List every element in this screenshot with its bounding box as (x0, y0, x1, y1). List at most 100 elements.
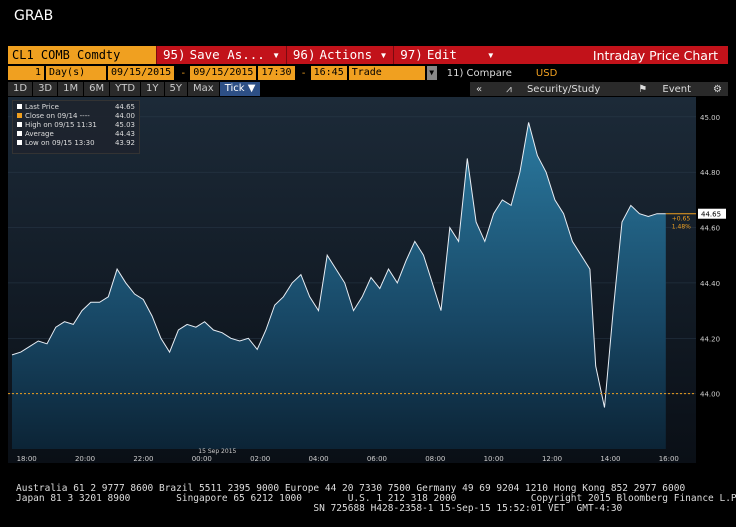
legend-value: 44.65 (114, 103, 135, 111)
footer-line-3: SN 725688 H428-2358-1 15-Sep-15 15:52:01… (16, 503, 623, 514)
field-select[interactable]: Trade (348, 66, 425, 80)
legend-value: 45.03 (114, 121, 135, 129)
legend-item: Close on 09/14 ---- 44.00 (17, 112, 135, 121)
dash-separator: - (180, 67, 187, 79)
legend-value: 43.92 (114, 139, 135, 147)
start-date-field[interactable]: 09/15/2015 (108, 66, 175, 80)
security-study-button[interactable]: ⩘ Security/Study (494, 84, 612, 95)
period-count-field[interactable]: 1 (8, 66, 44, 80)
security-study-label: Security/Study (526, 83, 601, 95)
legend-label: Low on 09/15 13:30 (17, 139, 95, 148)
legend-item: Low on 09/15 13:30 43.92 (17, 139, 135, 148)
x-tick-label: 16:00 (659, 455, 679, 463)
legend-swatch-icon (17, 131, 22, 136)
chevron-down-icon: ▾ (487, 47, 495, 62)
range-tab-max[interactable]: Max (188, 82, 219, 96)
currency-label[interactable]: USD (536, 68, 557, 79)
save-num: 95) (163, 47, 186, 62)
chart-title: Intraday Price Chart (592, 47, 718, 63)
legend-item: High on 09/15 11:31 45.03 (17, 121, 135, 130)
edit-label: Edit (426, 47, 457, 62)
legend-label-text: Last Price (25, 103, 59, 111)
end-time-field[interactable]: 16:45 (310, 66, 347, 80)
save-label: Save As... (189, 47, 265, 62)
actions-button[interactable]: 96) Actions ▾ (285, 46, 393, 64)
legend-item: Average 44.43 (17, 130, 135, 139)
x-tick-label: 02:00 (250, 455, 270, 463)
main-toolbar: CL1 COMB Comdty 95) Save As... ▾ 96) Actio… (8, 46, 728, 64)
edit-button[interactable]: 97) Edit ▾ (393, 46, 500, 64)
range-tab-5y[interactable]: 5Y (164, 82, 188, 96)
start-time-field[interactable]: 17:30 (258, 66, 295, 80)
x-tick-label: 12:00 (542, 455, 562, 463)
range-tab-tick[interactable]: Tick ▼ (219, 82, 261, 96)
date-label: 15 Sep 2015 (198, 448, 236, 455)
legend-value: 44.00 (114, 112, 135, 120)
x-tick-label: 20:00 (75, 455, 95, 463)
range-tab-1y[interactable]: 1Y (141, 82, 164, 96)
legend-label-text: Close on 09/14 ---- (25, 112, 90, 120)
range-tabs: 1D 3D 1M 6M YTD 1Y 5Y Max Tick ▼ (8, 82, 261, 96)
legend-label-text: Average (25, 130, 54, 138)
window-title: GRAB (14, 8, 54, 24)
legend-item: Last Price 44.65 (17, 103, 135, 112)
save-as-button[interactable]: 95) Save As... ▾ (156, 46, 286, 64)
y-tick-label: 44.20 (700, 335, 720, 343)
legend-label: Last Price (17, 103, 59, 112)
edit-num: 97) (400, 47, 423, 62)
legend-value: 44.43 (114, 130, 135, 138)
y-tick-label: 44.40 (700, 280, 720, 288)
study-icon: ⩘ (506, 83, 512, 95)
x-tick-label: 18:00 (17, 455, 37, 463)
legend-swatch-icon (17, 140, 22, 145)
end-date-field[interactable]: 09/15/2015 (190, 66, 257, 80)
legend-label-text: Low on 09/15 13:30 (25, 139, 95, 147)
range-tab-1m[interactable]: 1M (58, 82, 84, 96)
chevron-down-icon: ▾ (272, 47, 280, 62)
range-tab-3d[interactable]: 3D (33, 82, 58, 96)
settings-gear-icon[interactable]: ⚙ (707, 84, 728, 95)
x-tick-label: 04:00 (308, 455, 328, 463)
legend-swatch-icon (17, 104, 22, 109)
y-tick-label: 44.60 (700, 225, 720, 233)
params-row: 1 Day(s) 09/15/2015 - 09/15/2015 17:30 -… (8, 65, 728, 81)
y-tick-label: 44.00 (700, 391, 720, 399)
x-tick-label: 06:00 (367, 455, 387, 463)
ticker-field[interactable]: CL1 COMB Comdty (8, 46, 156, 64)
x-tick-label: 10:00 (484, 455, 504, 463)
last-price-text: 44.65 (701, 211, 721, 219)
legend-label: Close on 09/14 ---- (17, 112, 90, 121)
change-pct-text: 1.48% (672, 224, 691, 231)
x-tick-label: 00:00 (192, 455, 212, 463)
x-tick-label: 22:00 (133, 455, 153, 463)
range-tab-6m[interactable]: 6M (84, 82, 110, 96)
y-tick-label: 44.80 (700, 169, 720, 177)
legend-label: High on 09/15 11:31 (17, 121, 97, 130)
chevron-down-icon: ▾ (379, 47, 388, 62)
x-tick-label: 14:00 (600, 455, 620, 463)
actions-num: 96) (292, 47, 316, 62)
compare-num: 11) (446, 67, 464, 79)
event-button[interactable]: ⚑ Event (626, 84, 703, 95)
range-tab-1d[interactable]: 1D (8, 82, 33, 96)
collapse-button[interactable]: « (470, 84, 488, 95)
event-label: Event (662, 83, 692, 95)
y-tick-label: 45.00 (700, 114, 720, 122)
compare-button[interactable]: 11) Compare (447, 68, 512, 79)
dash-separator-2: - (300, 67, 307, 79)
legend-label: Average (17, 130, 54, 139)
period-unit-field[interactable]: Day(s) (46, 66, 106, 80)
field-dropdown-icon[interactable]: ▼ (426, 66, 437, 80)
right-tools: « ⩘ Security/Study ⚑ Event ⚙ (470, 82, 728, 96)
legend-swatch-icon (17, 113, 22, 118)
range-tab-ytd[interactable]: YTD (110, 82, 141, 96)
change-text: +0.65 (672, 216, 691, 223)
x-tick-label: 08:00 (425, 455, 445, 463)
legend-box: Last Price 44.65 Close on 09/14 ---- 44.00 H… (12, 100, 140, 154)
actions-label: Actions (319, 47, 373, 62)
legend-swatch-icon (17, 122, 22, 127)
legend-label-text: High on 09/15 11:31 (25, 121, 97, 129)
compare-label: Compare (466, 67, 512, 79)
flag-icon: ⚑ (638, 83, 648, 95)
range-row: 1D 3D 1M 6M YTD 1Y 5Y Max Tick ▼ « ⩘ Security/St… (8, 82, 728, 96)
